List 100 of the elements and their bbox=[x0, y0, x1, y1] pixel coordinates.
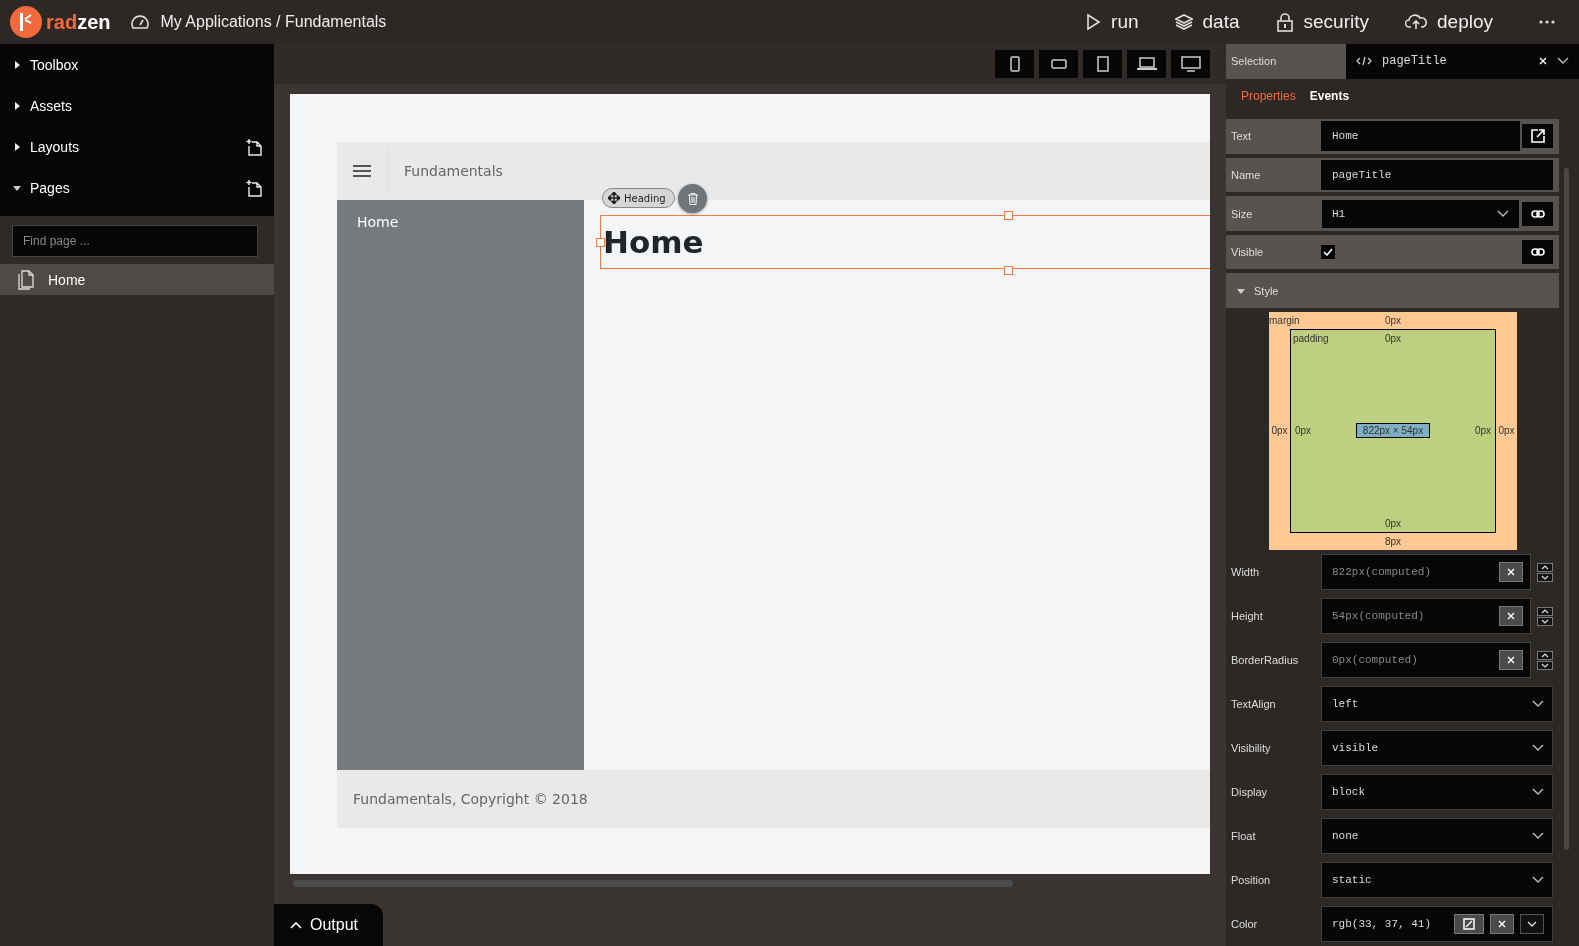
chevron-down-icon bbox=[1532, 788, 1544, 796]
link-icon bbox=[1530, 248, 1545, 257]
property-label: Height bbox=[1230, 610, 1264, 622]
decrement-button[interactable] bbox=[1537, 616, 1553, 626]
chevron-up-icon bbox=[1541, 564, 1549, 570]
page-icon bbox=[18, 269, 34, 290]
chevron-down-icon bbox=[1541, 574, 1549, 580]
chevron-up-icon bbox=[1541, 608, 1549, 614]
property-label: Position bbox=[1230, 874, 1272, 886]
app-title: Fundamentals bbox=[404, 163, 503, 179]
tablet-icon bbox=[1096, 56, 1109, 72]
section-header[interactable]: Style bbox=[1254, 284, 1279, 297]
page-heading[interactable]: Home bbox=[600, 215, 1210, 269]
clear-button[interactable] bbox=[1490, 914, 1514, 934]
link-icon bbox=[1530, 209, 1545, 218]
speedometer-icon bbox=[130, 13, 151, 31]
number-field[interactable]: 54px(computed) bbox=[1321, 598, 1531, 634]
device-button[interactable] bbox=[1127, 50, 1166, 78]
clear-button[interactable] bbox=[1499, 650, 1523, 670]
selection-dropdown[interactable]: pageTitle bbox=[1346, 44, 1579, 79]
drag-handle[interactable]: Heading bbox=[602, 188, 675, 208]
device-button[interactable] bbox=[1083, 50, 1122, 78]
checkbox[interactable] bbox=[1321, 245, 1335, 260]
section-header[interactable]: Layouts bbox=[30, 138, 238, 155]
increment-button[interactable] bbox=[1537, 650, 1553, 660]
box-value: 0px bbox=[1384, 314, 1402, 326]
nav-button[interactable]: run bbox=[1085, 11, 1139, 33]
size-select[interactable]: H1 bbox=[1321, 198, 1520, 229]
select-field[interactable]: visible bbox=[1321, 730, 1553, 766]
edit-icon bbox=[1463, 918, 1475, 930]
nav-button[interactable]: deploy bbox=[1405, 11, 1493, 33]
clear-button[interactable] bbox=[1499, 562, 1523, 582]
increment-button[interactable] bbox=[1537, 606, 1553, 616]
close-icon bbox=[1498, 920, 1506, 928]
box-label: margin bbox=[1269, 314, 1301, 326]
nav-link[interactable]: Home bbox=[357, 214, 564, 230]
resize-handle[interactable] bbox=[1004, 266, 1013, 275]
box-value: 8px bbox=[1384, 536, 1402, 547]
clear-button[interactable] bbox=[1499, 606, 1523, 626]
property-label: Text bbox=[1230, 130, 1253, 143]
section-header[interactable]: Pages bbox=[30, 179, 238, 196]
laptop-icon bbox=[1136, 57, 1157, 71]
section-header[interactable]: Assets bbox=[30, 97, 262, 114]
chevron-down-icon bbox=[1497, 209, 1509, 218]
property-label: TextAlign bbox=[1230, 698, 1277, 710]
property-label: Visibility bbox=[1230, 742, 1272, 754]
panel-tab[interactable]: Properties bbox=[1241, 88, 1296, 103]
nav-button[interactable]: data bbox=[1174, 11, 1240, 33]
number-field[interactable]: 822px(computed) bbox=[1321, 554, 1531, 590]
decrement-button[interactable] bbox=[1537, 572, 1553, 582]
property-label: Float bbox=[1230, 830, 1257, 842]
content-size: 822px × 54px bbox=[1355, 423, 1431, 439]
panel-tab[interactable]: Events bbox=[1309, 88, 1350, 103]
select-field[interactable]: left bbox=[1321, 686, 1553, 722]
chevron-down-icon bbox=[1532, 876, 1544, 884]
chevron-down-icon bbox=[1541, 618, 1549, 624]
trash-icon bbox=[687, 192, 698, 205]
section-header[interactable]: Toolbox bbox=[30, 56, 262, 73]
close-icon bbox=[1507, 568, 1515, 576]
bind-button[interactable] bbox=[1522, 240, 1553, 265]
layers-icon bbox=[1174, 13, 1193, 31]
check-icon bbox=[1323, 248, 1333, 257]
breadcrumb[interactable]: My Applications / Fundamentals bbox=[160, 13, 387, 31]
horizontal-scrollbar[interactable] bbox=[293, 880, 1013, 887]
resize-handle[interactable] bbox=[1004, 211, 1013, 220]
edit-button[interactable] bbox=[1454, 914, 1484, 934]
property-label: Name bbox=[1230, 168, 1262, 181]
property-label: Size bbox=[1230, 207, 1254, 220]
name-field[interactable]: pageTitle bbox=[1321, 159, 1553, 190]
decrement-button[interactable] bbox=[1537, 660, 1553, 670]
output-tab[interactable]: Output bbox=[274, 904, 383, 946]
box-label: padding bbox=[1292, 332, 1330, 344]
add-file-icon bbox=[246, 178, 262, 197]
vertical-scrollbar[interactable] bbox=[1564, 168, 1569, 850]
nav-button[interactable]: security bbox=[1275, 11, 1369, 33]
select-field[interactable]: static bbox=[1321, 862, 1553, 898]
increment-button[interactable] bbox=[1537, 562, 1553, 572]
dropdown-button[interactable] bbox=[1520, 914, 1544, 934]
logo-icon bbox=[10, 6, 42, 38]
page-item[interactable]: Home bbox=[0, 264, 274, 295]
box-value: 0px bbox=[1498, 425, 1515, 437]
number-field[interactable]: 0px(computed) bbox=[1321, 642, 1531, 678]
chevron-down-icon bbox=[1557, 57, 1569, 66]
logo-text: radzen bbox=[46, 10, 111, 34]
device-button[interactable] bbox=[1171, 50, 1210, 78]
lock-icon bbox=[1275, 12, 1294, 32]
close-icon bbox=[1539, 57, 1547, 66]
resize-handle[interactable] bbox=[596, 238, 605, 247]
bind-button[interactable] bbox=[1522, 201, 1553, 226]
text-field[interactable]: Home bbox=[1321, 121, 1520, 152]
device-button[interactable] bbox=[1039, 50, 1078, 78]
edit-button[interactable] bbox=[1522, 124, 1553, 149]
select-field[interactable]: block bbox=[1321, 774, 1553, 810]
color-field[interactable]: rgb(33, 37, 41) bbox=[1321, 906, 1553, 942]
select-field[interactable]: none bbox=[1321, 818, 1553, 854]
chevron-down-icon bbox=[1532, 744, 1544, 752]
device-button[interactable] bbox=[995, 50, 1034, 78]
phone-landscape-icon bbox=[1050, 59, 1067, 69]
search-field[interactable]: Find page ... bbox=[12, 225, 258, 257]
box-value: 0px bbox=[1294, 425, 1312, 437]
